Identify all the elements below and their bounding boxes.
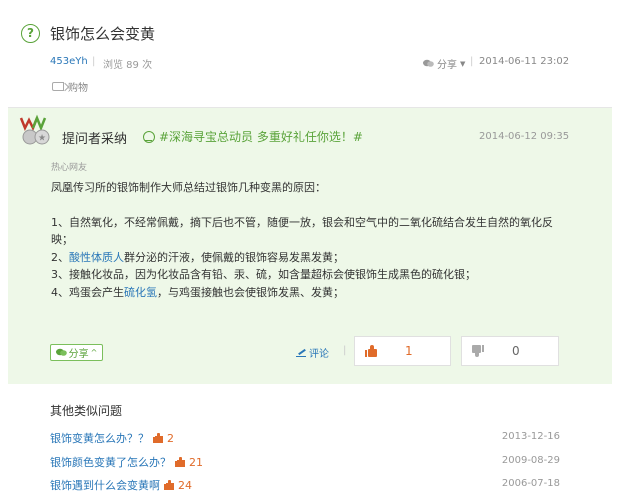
answer-item-4: 4、鸡蛋会产生硫化氢，与鸡蛋接触也会使银饰发黑、发黄； — [51, 284, 561, 302]
similar-question-likes: 21 — [189, 455, 203, 469]
meta-separator: | — [92, 56, 96, 67]
view-count: 浏览 89 次 — [103, 60, 153, 71]
similar-question-title: 银饰变黄怎么办？？ — [50, 432, 149, 445]
similar-question-date: 2006-07-18 — [501, 478, 560, 489]
answer-date: 2014-06-12 09:35 — [479, 131, 570, 142]
answer-item-1: 1、自然氧化，不经常佩戴，摘下后也不管，随便一放，银会和空气中的二氧化硫结合发生… — [51, 215, 553, 247]
share-dropdown[interactable]: 分享 ▼ — [423, 56, 465, 71]
upvote-count: 1 — [405, 344, 413, 358]
promo-text: #深海寻宝总动员 多重好礼任你选！# — [159, 130, 363, 144]
thumbs-up-icon — [164, 480, 174, 490]
meta-separator: | — [470, 56, 474, 67]
answer-body: 凤凰传习所的银饰制作大师总结过银饰几种变黑的原因： 1、自然氧化，不经常佩戴，摘… — [51, 179, 561, 301]
hydrogen-sulfide-link[interactable]: 硫化氢 — [124, 286, 157, 299]
similar-questions-heading: 其他类似问题 — [50, 404, 123, 418]
similar-question-link[interactable]: 银饰颜色变黄了怎么办？ 21 — [50, 454, 203, 470]
question-header: ? 银饰怎么会变黄 453eYh | 浏览 89 次 分享 ▼ | 2014-0… — [0, 0, 620, 108]
thumbs-down-icon — [472, 345, 484, 357]
list-item: 银饰变黄怎么办？？ 2 2013-12-16 — [50, 430, 560, 446]
similar-question-link[interactable]: 银饰变黄怎么办？？ 2 — [50, 430, 174, 446]
asker-username[interactable]: 453eYh — [50, 56, 88, 67]
downvote-count: 0 — [512, 344, 520, 358]
similar-question-date: 2009-08-29 — [501, 455, 560, 466]
answer-item-3: 3、接触化妆品，因为化妆品含有铅、汞、硫，如含量超标会使银饰生成黑色的硫化银； — [51, 268, 476, 281]
share-button-label: 分享 — [68, 349, 89, 360]
question-mark-icon: ? — [21, 24, 40, 43]
svg-text:★: ★ — [38, 134, 46, 144]
accepted-answer-title: 提问者采纳 — [62, 132, 128, 147]
comment-link[interactable]: 评论 — [296, 345, 329, 360]
thumbs-up-icon — [175, 457, 185, 467]
item-4-suffix: ，与鸡蛋接触也会使银饰发黑、发黄； — [157, 285, 344, 299]
share-button[interactable]: 分享 ^ — [50, 344, 103, 361]
share-label: 分享 — [437, 60, 457, 71]
user-icon — [143, 130, 155, 143]
answer-intro: 凤凰传习所的银饰制作大师总结过银饰几种变黑的原因： — [51, 181, 326, 194]
chat-bubble-icon — [55, 348, 67, 356]
upvote-button[interactable]: 1 — [354, 336, 451, 366]
similar-question-date: 2013-12-16 — [501, 431, 560, 442]
similar-question-link[interactable]: 银饰遇到什么会变黄啊 24 — [50, 477, 192, 492]
question-title: 银饰怎么会变黄 — [50, 25, 156, 43]
similar-question-likes: 24 — [178, 478, 192, 492]
similar-question-title: 银饰颜色变黄了怎么办？ — [50, 456, 171, 469]
accepted-badge-icon: ★ — [19, 114, 50, 145]
tag-icon — [52, 82, 64, 91]
item-2-suffix: 群分泌的汗液，使佩戴的银饰容易发黑发黄； — [124, 250, 344, 264]
chat-bubble-icon — [423, 59, 434, 67]
downvote-button[interactable]: 0 — [461, 336, 559, 366]
acidic-constitution-link[interactable]: 酸性体质人 — [69, 251, 124, 264]
thumbs-up-icon — [153, 433, 163, 443]
item-2-prefix: 2、 — [51, 250, 69, 264]
caret-down-icon: ▼ — [460, 59, 466, 68]
caret-up-icon: ^ — [90, 348, 98, 357]
similar-question-likes: 2 — [167, 431, 174, 445]
answer-item-2: 2、酸性体质人群分泌的汗液，使佩戴的银饰容易发黑发黄； — [51, 249, 561, 267]
tag-label: 购物 — [68, 83, 88, 94]
thumbs-up-icon — [365, 345, 377, 357]
answer-source: 热心网友 — [51, 163, 88, 173]
promo-link[interactable]: #深海寻宝总动员 多重好礼任你选！# — [143, 128, 363, 145]
list-item: 银饰遇到什么会变黄啊 24 2006-07-18 — [50, 477, 560, 492]
question-date: 2014-06-11 23:02 — [479, 56, 570, 67]
action-separator: | — [343, 345, 347, 356]
item-4-prefix: 4、鸡蛋会产生 — [51, 285, 124, 299]
list-item: 银饰颜色变黄了怎么办？ 21 2009-08-29 — [50, 454, 560, 470]
similar-question-title: 银饰遇到什么会变黄啊 — [50, 479, 160, 492]
pencil-icon — [296, 348, 306, 357]
question-tag[interactable]: 购物 — [52, 79, 88, 94]
comment-label: 评论 — [309, 349, 329, 360]
